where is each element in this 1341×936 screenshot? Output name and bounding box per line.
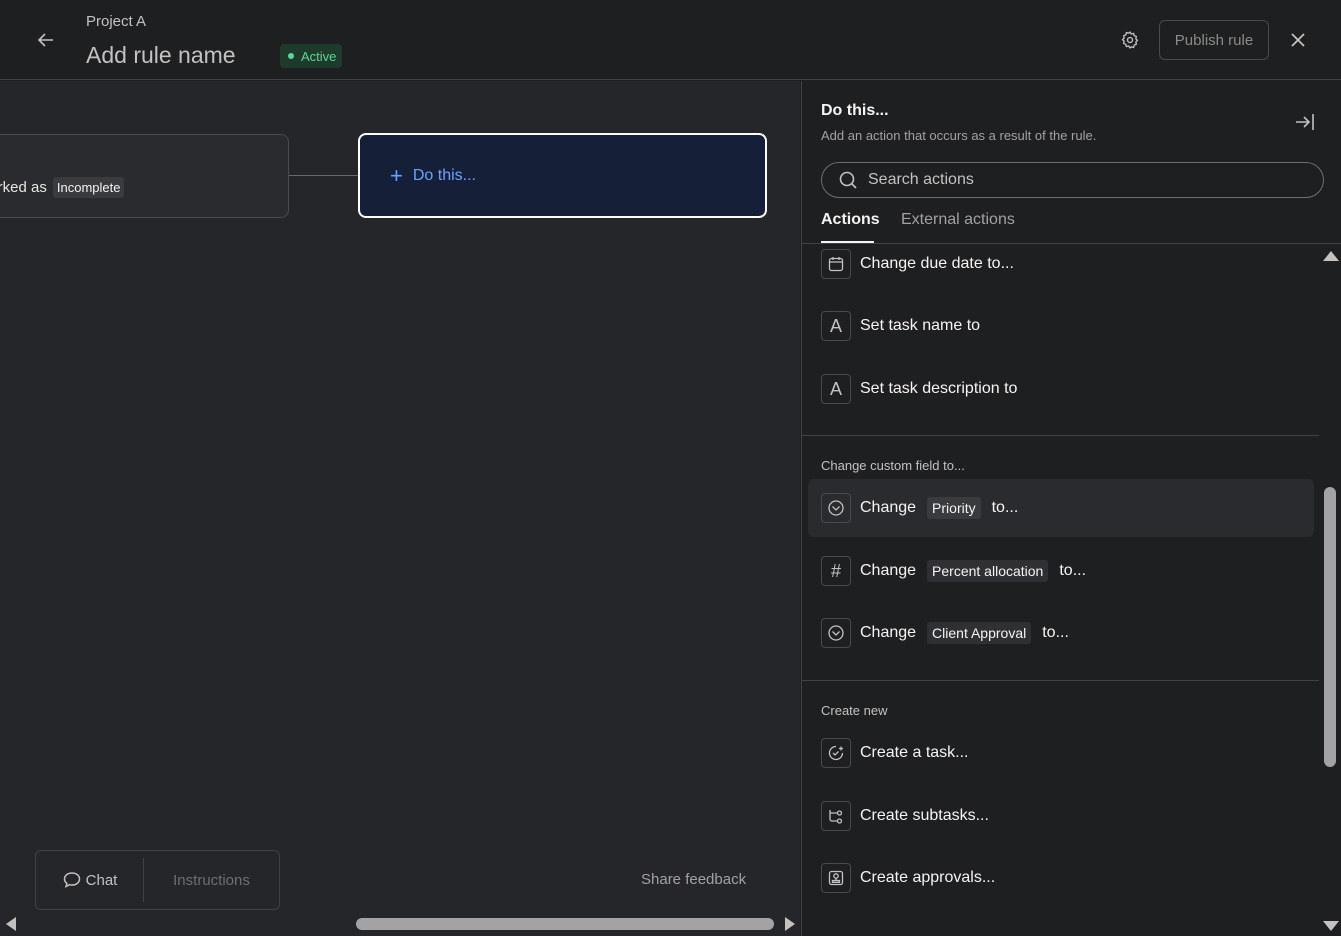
to-word: to... xyxy=(1059,562,1087,579)
to-word: to... xyxy=(1042,624,1069,641)
section-divider xyxy=(802,435,1319,436)
arrow-left-icon xyxy=(37,33,53,47)
item-label: Set task description to xyxy=(860,380,1018,397)
project-name[interactable]: Project A xyxy=(86,13,146,30)
list-item-create-task[interactable]: Create a task... xyxy=(821,736,969,770)
scroll-right-arrow-icon[interactable] xyxy=(785,917,795,931)
back-button[interactable] xyxy=(32,26,60,54)
field-chip-client-approval: Client Approval xyxy=(927,622,1032,644)
scroll-down-arrow-icon[interactable] xyxy=(1323,921,1339,931)
section-label-custom-field: Change custom field to... xyxy=(821,458,965,473)
chat-button[interactable]: Chat xyxy=(36,858,144,902)
vertical-scroll-thumb[interactable] xyxy=(1324,487,1336,767)
scroll-up-arrow-icon[interactable] xyxy=(1323,251,1339,261)
text-a-icon: A xyxy=(821,374,851,404)
item-label: Create a task... xyxy=(860,744,969,761)
active-tab-underline xyxy=(821,241,874,243)
change-word: Change xyxy=(860,499,917,516)
plus-icon: + xyxy=(390,162,403,188)
list-item-change-priority[interactable]: Change Priority to... xyxy=(808,479,1314,537)
trigger-card[interactable]: narked as Incomplete xyxy=(0,134,289,218)
search-field[interactable] xyxy=(821,162,1324,198)
horizontal-scroll-thumb[interactable] xyxy=(356,918,774,930)
instructions-button[interactable]: Instructions xyxy=(144,872,279,889)
list-item-create-subtasks[interactable]: Create subtasks... xyxy=(821,799,989,833)
section-label-create-new: Create new xyxy=(821,703,888,718)
field-chip-percent-allocation: Percent allocation xyxy=(927,560,1049,582)
do-this-label: Do this... xyxy=(412,166,476,184)
action-panel: Do this... Add an action that occurs as … xyxy=(801,81,1341,936)
status-dot xyxy=(288,53,294,59)
item-label: Set task name to xyxy=(860,317,981,334)
panel-title: Do this... xyxy=(821,102,889,119)
list-item-create-approvals[interactable]: Create approvals... xyxy=(821,861,995,895)
close-button[interactable] xyxy=(1284,26,1312,54)
trigger-prefix: narked as xyxy=(0,179,47,196)
rule-canvas[interactable]: narked as Incomplete + Do this... Chat I… xyxy=(0,81,800,936)
section-divider xyxy=(802,680,1319,681)
settings-button[interactable] xyxy=(1116,26,1144,54)
list-item-change-due-date[interactable]: Change due date to... xyxy=(821,247,1014,281)
collapse-right-icon xyxy=(1296,114,1314,130)
horizontal-scrollbar[interactable] xyxy=(0,912,800,936)
dropdown-circle-icon xyxy=(821,618,851,648)
connector-line xyxy=(289,175,358,176)
item-label: Change due date to... xyxy=(860,255,1014,272)
panel-subtitle: Add an action that occurs as a result of… xyxy=(821,128,1097,143)
rule-name-input[interactable]: Add rule name xyxy=(86,42,236,69)
hash-icon: # xyxy=(821,556,851,586)
check-circle-plus-icon xyxy=(821,738,851,768)
item-label: Create subtasks... xyxy=(860,807,989,824)
vertical-scrollbar[interactable] xyxy=(1320,245,1341,936)
status-label: Active xyxy=(301,48,337,64)
to-word: to... xyxy=(991,499,1019,516)
do-this-card[interactable]: + Do this... xyxy=(358,133,767,218)
subtask-icon xyxy=(821,801,851,831)
rule-builder-app: Project A Add rule name Active Publish r… xyxy=(0,0,1341,936)
collapse-panel-button[interactable] xyxy=(1294,111,1318,135)
dropdown-circle-icon xyxy=(821,493,851,523)
publish-rule-button[interactable]: Publish rule xyxy=(1159,20,1269,60)
chat-label: Chat xyxy=(85,871,118,889)
search-icon xyxy=(839,171,857,189)
list-item-set-task-description[interactable]: A Set task description to xyxy=(821,372,1017,406)
action-list: Change due date to... A Set task name to… xyxy=(802,245,1319,925)
field-chip-priority: Priority xyxy=(927,497,981,519)
list-item-change-client-approval[interactable]: Change Client Approval to... xyxy=(821,616,1069,650)
list-item-set-task-name[interactable]: A Set task name to xyxy=(821,309,980,343)
close-icon xyxy=(1291,33,1305,47)
trigger-value-chip: Incomplete xyxy=(52,177,125,198)
gear-icon xyxy=(1121,31,1139,49)
assistant-bar: Chat Instructions xyxy=(35,850,280,910)
chat-bubble-icon xyxy=(63,872,80,888)
search-input[interactable] xyxy=(868,171,1308,189)
change-word: Change xyxy=(860,562,917,579)
panel-tabs: Actions External actions xyxy=(802,208,1341,244)
tab-actions[interactable]: Actions xyxy=(821,211,880,229)
status-badge: Active xyxy=(280,44,343,68)
calendar-icon xyxy=(821,249,851,279)
change-word: Change xyxy=(860,624,917,641)
tab-external-actions[interactable]: External actions xyxy=(901,211,1015,229)
share-feedback-link[interactable]: Share feedback xyxy=(641,871,746,888)
header: Project A Add rule name Active Publish r… xyxy=(0,0,1341,80)
scroll-left-arrow-icon[interactable] xyxy=(6,917,16,931)
item-label: Create approvals... xyxy=(860,869,996,886)
trigger-text: narked as Incomplete xyxy=(0,177,125,198)
list-item-change-percent-allocation[interactable]: # Change Percent allocation to... xyxy=(821,554,1086,588)
approval-stamp-icon xyxy=(821,863,851,893)
text-a-icon: A xyxy=(821,311,851,341)
